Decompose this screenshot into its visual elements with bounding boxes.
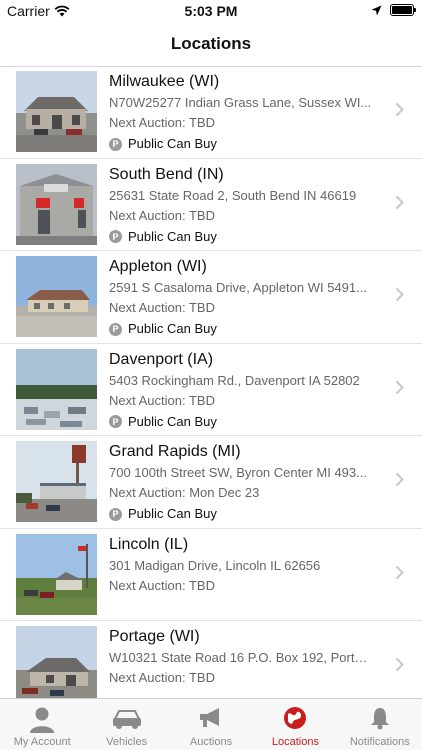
location-row-lincoln[interactable]: Lincoln (IL) 301 Madigan Drive, Lincoln … bbox=[0, 529, 422, 621]
location-info: Davenport (IA) 5403 Rockingham Rd., Dave… bbox=[109, 349, 372, 433]
location-row-milwaukee[interactable]: Milwaukee (WI) N70W25277 Indian Grass La… bbox=[0, 66, 422, 159]
public-can-buy-label: Public Can Buy bbox=[128, 413, 217, 429]
page-title: Locations bbox=[170, 34, 252, 53]
tab-my-account[interactable]: My Account bbox=[0, 699, 84, 750]
public-can-buy: P Public Can Buy bbox=[109, 226, 372, 248]
public-badge-icon: P bbox=[109, 322, 122, 336]
chevron-right-icon bbox=[395, 195, 404, 209]
public-can-buy: P Public Can Buy bbox=[109, 503, 372, 525]
bell-icon bbox=[370, 708, 389, 730]
public-can-buy-label: Public Can Buy bbox=[128, 321, 217, 336]
tab-label: My Account bbox=[13, 736, 71, 748]
navigation-bar: Locations bbox=[0, 22, 422, 67]
next-auction: Next Auction: TBD bbox=[109, 207, 215, 223]
public-badge-icon: P bbox=[109, 507, 122, 521]
battery-icon bbox=[390, 4, 416, 16]
location-row-davenport[interactable]: Davenport (IA) 5403 Rockingham Rd., Dave… bbox=[0, 344, 422, 436]
person-icon bbox=[30, 707, 55, 733]
location-photo bbox=[16, 626, 97, 699]
location-info: Milwaukee (WI) N70W25277 Indian Grass La… bbox=[109, 71, 372, 155]
chevron-right-icon bbox=[395, 657, 404, 672]
location-address: 2591 S Casaloma Drive, Appleton WI 5491.… bbox=[109, 280, 367, 295]
location-name: Davenport (IA) bbox=[109, 350, 214, 368]
chevron-right-icon bbox=[395, 565, 404, 579]
location-name: Grand Rapids (MI) bbox=[109, 443, 241, 460]
chevron-right-icon bbox=[395, 287, 404, 302]
next-auction: Next Auction: Mon Dec 23 bbox=[109, 485, 260, 500]
location-arrow-icon bbox=[371, 5, 382, 15]
public-can-buy-label: Public Can Buy bbox=[128, 506, 217, 521]
location-name: Portage (WI) bbox=[109, 628, 200, 645]
location-name: Lincoln (IL) bbox=[109, 535, 189, 553]
location-photo bbox=[16, 163, 97, 245]
status-time: 5:03 PM bbox=[184, 3, 238, 19]
next-auction: Next Auction: TBD bbox=[109, 670, 215, 685]
location-info: South Bend (IN) 25631 State Road 2, Sout… bbox=[109, 164, 372, 248]
tab-auctions[interactable]: Auctions bbox=[169, 699, 253, 750]
locations-list[interactable]: Milwaukee (WI) N70W25277 Indian Grass La… bbox=[0, 66, 422, 699]
location-name: South Bend (IN) bbox=[109, 165, 224, 183]
public-can-buy: P Public Can Buy bbox=[109, 318, 372, 340]
public-can-buy: P Public Can Buy bbox=[109, 411, 372, 433]
location-photo bbox=[16, 71, 97, 152]
megaphone-icon bbox=[200, 708, 220, 727]
next-auction: Next Auction: TBD bbox=[109, 392, 215, 408]
location-photo bbox=[16, 256, 97, 337]
location-info: Appleton (WI) 2591 S Casaloma Drive, App… bbox=[109, 256, 372, 340]
public-can-buy: P Public Can Buy bbox=[109, 133, 372, 155]
car-icon bbox=[112, 710, 141, 729]
location-row-south-bend[interactable]: South Bend (IN) 25631 State Road 2, Sout… bbox=[0, 159, 422, 251]
location-row-portage[interactable]: Portage (WI) W10321 State Road 16 P.O. B… bbox=[0, 621, 422, 699]
globe-icon bbox=[284, 707, 307, 729]
public-badge-icon: P bbox=[109, 137, 122, 151]
next-auction: Next Auction: TBD bbox=[109, 300, 215, 315]
location-address: 25631 State Road 2, South Bend IN 46619 bbox=[109, 187, 357, 203]
chevron-right-icon bbox=[395, 380, 404, 394]
location-photo bbox=[16, 441, 97, 522]
location-address: 5403 Rockingham Rd., Davenport IA 52802 bbox=[109, 372, 360, 388]
location-address: W10321 State Road 16 P.O. Box 192, Porta… bbox=[109, 650, 372, 665]
location-row-appleton[interactable]: Appleton (WI) 2591 S Casaloma Drive, App… bbox=[0, 251, 422, 344]
location-photo bbox=[16, 533, 97, 615]
public-badge-icon: P bbox=[109, 415, 122, 428]
next-auction: Next Auction: TBD bbox=[109, 115, 215, 130]
location-name: Milwaukee (WI) bbox=[109, 73, 220, 90]
location-row-grand-rapids[interactable]: Grand Rapids (MI) 700 100th Street SW, B… bbox=[0, 436, 422, 529]
location-address: 700 100th Street SW, Byron Center MI 493… bbox=[109, 465, 367, 480]
chevron-right-icon bbox=[395, 102, 404, 117]
public-can-buy-label: Public Can Buy bbox=[128, 228, 217, 244]
tab-locations[interactable]: Locations bbox=[253, 699, 337, 750]
tab-label: Locations bbox=[271, 736, 319, 748]
tab-label: Vehicles bbox=[106, 736, 148, 748]
location-info: Lincoln (IL) 301 Madigan Drive, Lincoln … bbox=[109, 534, 372, 596]
tab-notifications[interactable]: Notifications bbox=[338, 699, 422, 750]
chevron-right-icon bbox=[395, 472, 404, 487]
tab-label: Notifications bbox=[349, 736, 410, 748]
tab-label: Auctions bbox=[189, 736, 233, 748]
location-photo bbox=[16, 348, 97, 430]
location-info: Portage (WI) W10321 State Road 16 P.O. B… bbox=[109, 626, 372, 688]
location-address: 301 Madigan Drive, Lincoln IL 62656 bbox=[109, 557, 321, 573]
public-badge-icon: P bbox=[109, 230, 122, 243]
location-address: N70W25277 Indian Grass Lane, Sussex WI..… bbox=[109, 95, 372, 110]
next-auction: Next Auction: TBD bbox=[109, 577, 215, 593]
status-bar: Carrier 5:03 PM bbox=[0, 0, 422, 22]
tab-bar: My Account Vehicles Auctions Locations N… bbox=[0, 698, 422, 750]
location-name: Appleton (WI) bbox=[109, 258, 207, 275]
status-right bbox=[371, 4, 416, 16]
public-can-buy-label: Public Can Buy bbox=[128, 136, 217, 151]
location-info: Grand Rapids (MI) 700 100th Street SW, B… bbox=[109, 441, 372, 525]
tab-vehicles[interactable]: Vehicles bbox=[84, 699, 168, 750]
